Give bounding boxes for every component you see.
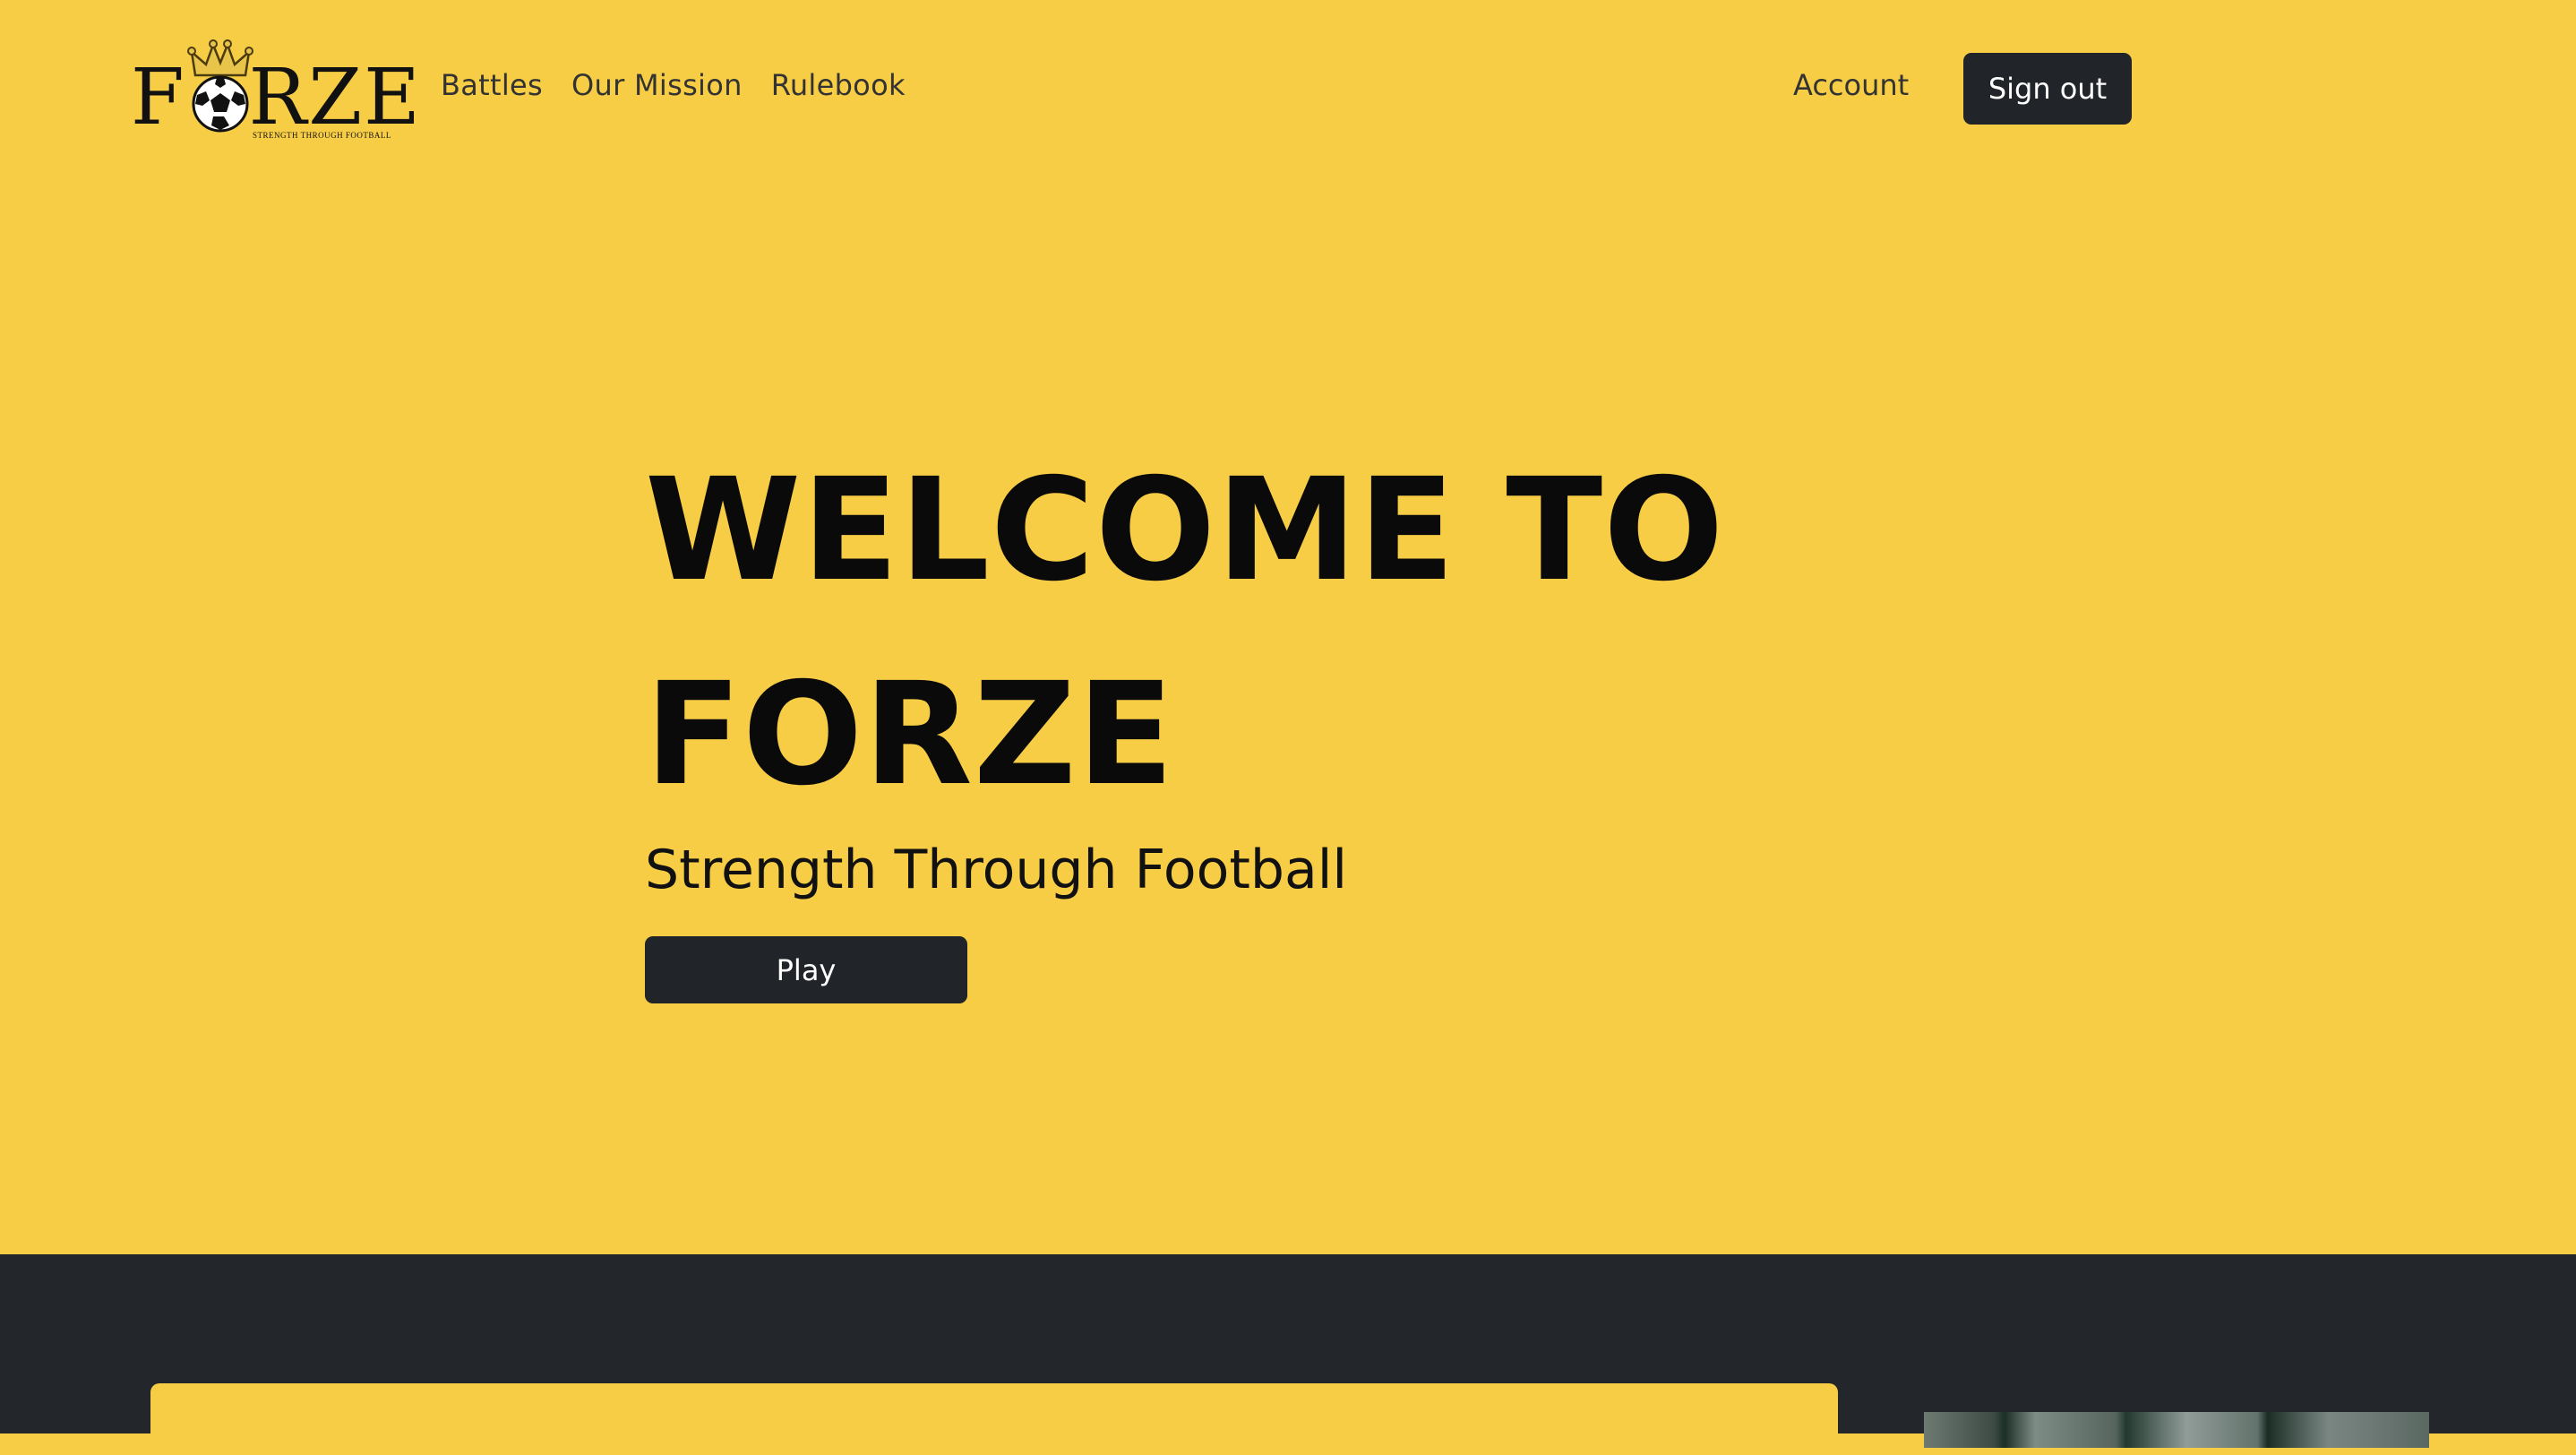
top-navbar: F RZE STRENGTH THROUGH FOOTBALL Battles O [0, 0, 2576, 179]
logo-wordmark: F RZE [131, 59, 422, 136]
dark-content-section [0, 1254, 2576, 1455]
logo-letters-rze: RZE [248, 53, 422, 142]
primary-nav: Battles Our Mission Rulebook [441, 68, 906, 102]
forze-logo[interactable]: F RZE STRENGTH THROUGH FOOTBALL [131, 39, 420, 145]
nav-link-our-mission[interactable]: Our Mission [571, 68, 743, 102]
content-card [150, 1383, 1838, 1455]
nav-link-rulebook[interactable]: Rulebook [771, 68, 906, 102]
sign-out-button[interactable]: Sign out [1963, 53, 2132, 125]
account-link[interactable]: Account [1793, 68, 1909, 102]
play-button[interactable]: Play [645, 936, 967, 1003]
team-photo [1924, 1412, 2429, 1448]
nav-link-battles[interactable]: Battles [441, 68, 543, 102]
hero-section: F RZE STRENGTH THROUGH FOOTBALL Battles O [0, 0, 2576, 1254]
logo-letter-f: F [131, 53, 186, 142]
logo-tagline: STRENGTH THROUGH FOOTBALL [253, 131, 391, 140]
hero-title: WELCOME TO FORZE [645, 448, 1725, 817]
crowned-football-icon [187, 39, 253, 133]
hero-subtitle: Strength Through Football [645, 839, 1348, 901]
